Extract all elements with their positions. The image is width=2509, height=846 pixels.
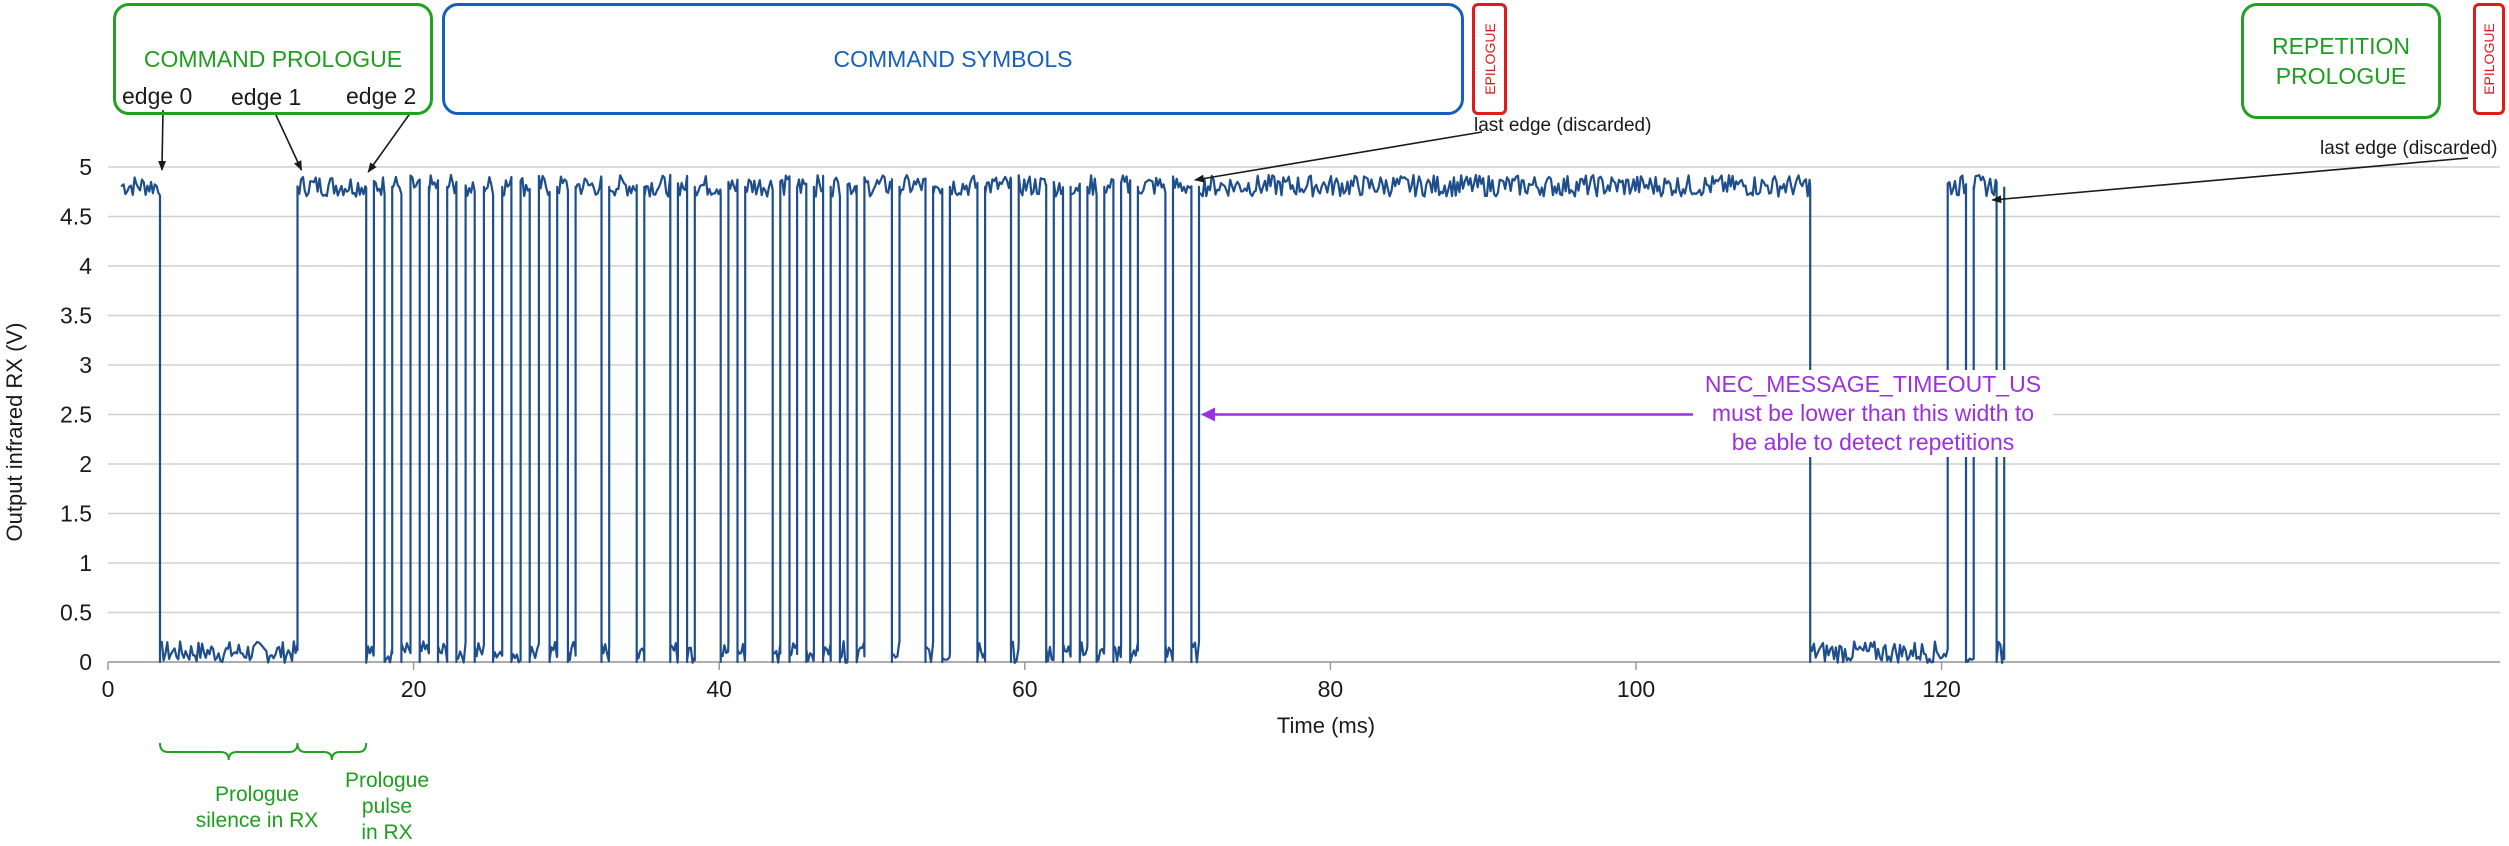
prologue-silence-brace — [158, 742, 299, 761]
edge-1-arrow — [274, 112, 303, 171]
edge-2-arrow — [367, 111, 412, 173]
edge-0-label: edge 0 — [122, 83, 193, 109]
last-edge-arrow — [1194, 131, 1483, 183]
repetition-epilogue-label: EPILOGUE — [2481, 23, 2497, 95]
x-tick-label: 20 — [401, 676, 427, 702]
y-tick-label: 4.5 — [60, 204, 92, 230]
epilogue-label: EPILOGUE — [1481, 23, 1498, 95]
timeout-note: NEC_MESSAGE_TIMEOUT_US must be lower tha… — [1693, 370, 2053, 457]
y-tick-label: 2 — [79, 451, 92, 477]
last-edge-label: last edge (discarded) — [1474, 115, 1652, 136]
x-tick-label: 40 — [706, 676, 732, 702]
y-tick-label: 1.5 — [60, 501, 92, 527]
axes: 0 0.5 1 1.5 2 2.5 3 3.5 4 4.5 5 0 20 40 60 80 100 120 — [60, 154, 2500, 702]
y-tick-label: 3 — [79, 352, 92, 378]
edge-1-label: edge 1 — [231, 84, 302, 110]
y-tick-label: 2.5 — [60, 402, 92, 428]
y-tick-label: 0.5 — [60, 600, 92, 626]
last-edge-arrow-repetition — [1991, 157, 2469, 204]
x-tick-label: 60 — [1012, 676, 1038, 702]
command-symbols-box: COMMAND SYMBOLS — [442, 3, 1464, 115]
y-tick-label: 4 — [79, 253, 92, 279]
y-tick-label: 3.5 — [60, 303, 92, 329]
edge-2-label: edge 2 — [346, 83, 417, 109]
x-tick-label: 120 — [1922, 676, 1960, 702]
prologue-pulse-note: Prologue pulse in RX — [344, 769, 430, 844]
repetition-prologue-label: REPETITION PROLOGUE — [2271, 33, 2410, 89]
y-tick-label: 0 — [79, 649, 92, 675]
ir-signal-chart: 0 0.5 1 1.5 2 2.5 3 3.5 4 4.5 5 0 20 40 60 80 100 120 Tim… — [2, 109, 2500, 761]
edge-0-arrow — [158, 109, 167, 171]
repetition-prologue-box: REPETITION PROLOGUE — [2241, 3, 2441, 119]
prologue-pulse-brace — [296, 742, 368, 761]
prologue-silence-note: Prologue silence in RX — [195, 783, 319, 832]
epilogue-box: EPILOGUE — [1472, 3, 1507, 115]
x-tick-label: 80 — [1318, 676, 1344, 702]
y-axis-label: Output infrared RX (V) — [2, 323, 27, 542]
command-symbols-label: COMMAND SYMBOLS — [833, 45, 1073, 72]
y-tick-label: 5 — [79, 154, 92, 180]
repetition-epilogue-box: EPILOGUE — [2473, 3, 2505, 115]
command-prologue-label: COMMAND PROLOGUE — [143, 45, 403, 72]
x-axis-label: Time (ms) — [1277, 713, 1375, 738]
last-edge-label-repetition: last edge (discarded) — [2320, 138, 2498, 159]
x-tick-label: 0 — [102, 676, 115, 702]
timeout-arrowhead-left — [1200, 407, 1215, 422]
y-tick-label: 1 — [79, 550, 92, 576]
x-tick-label: 100 — [1617, 676, 1655, 702]
